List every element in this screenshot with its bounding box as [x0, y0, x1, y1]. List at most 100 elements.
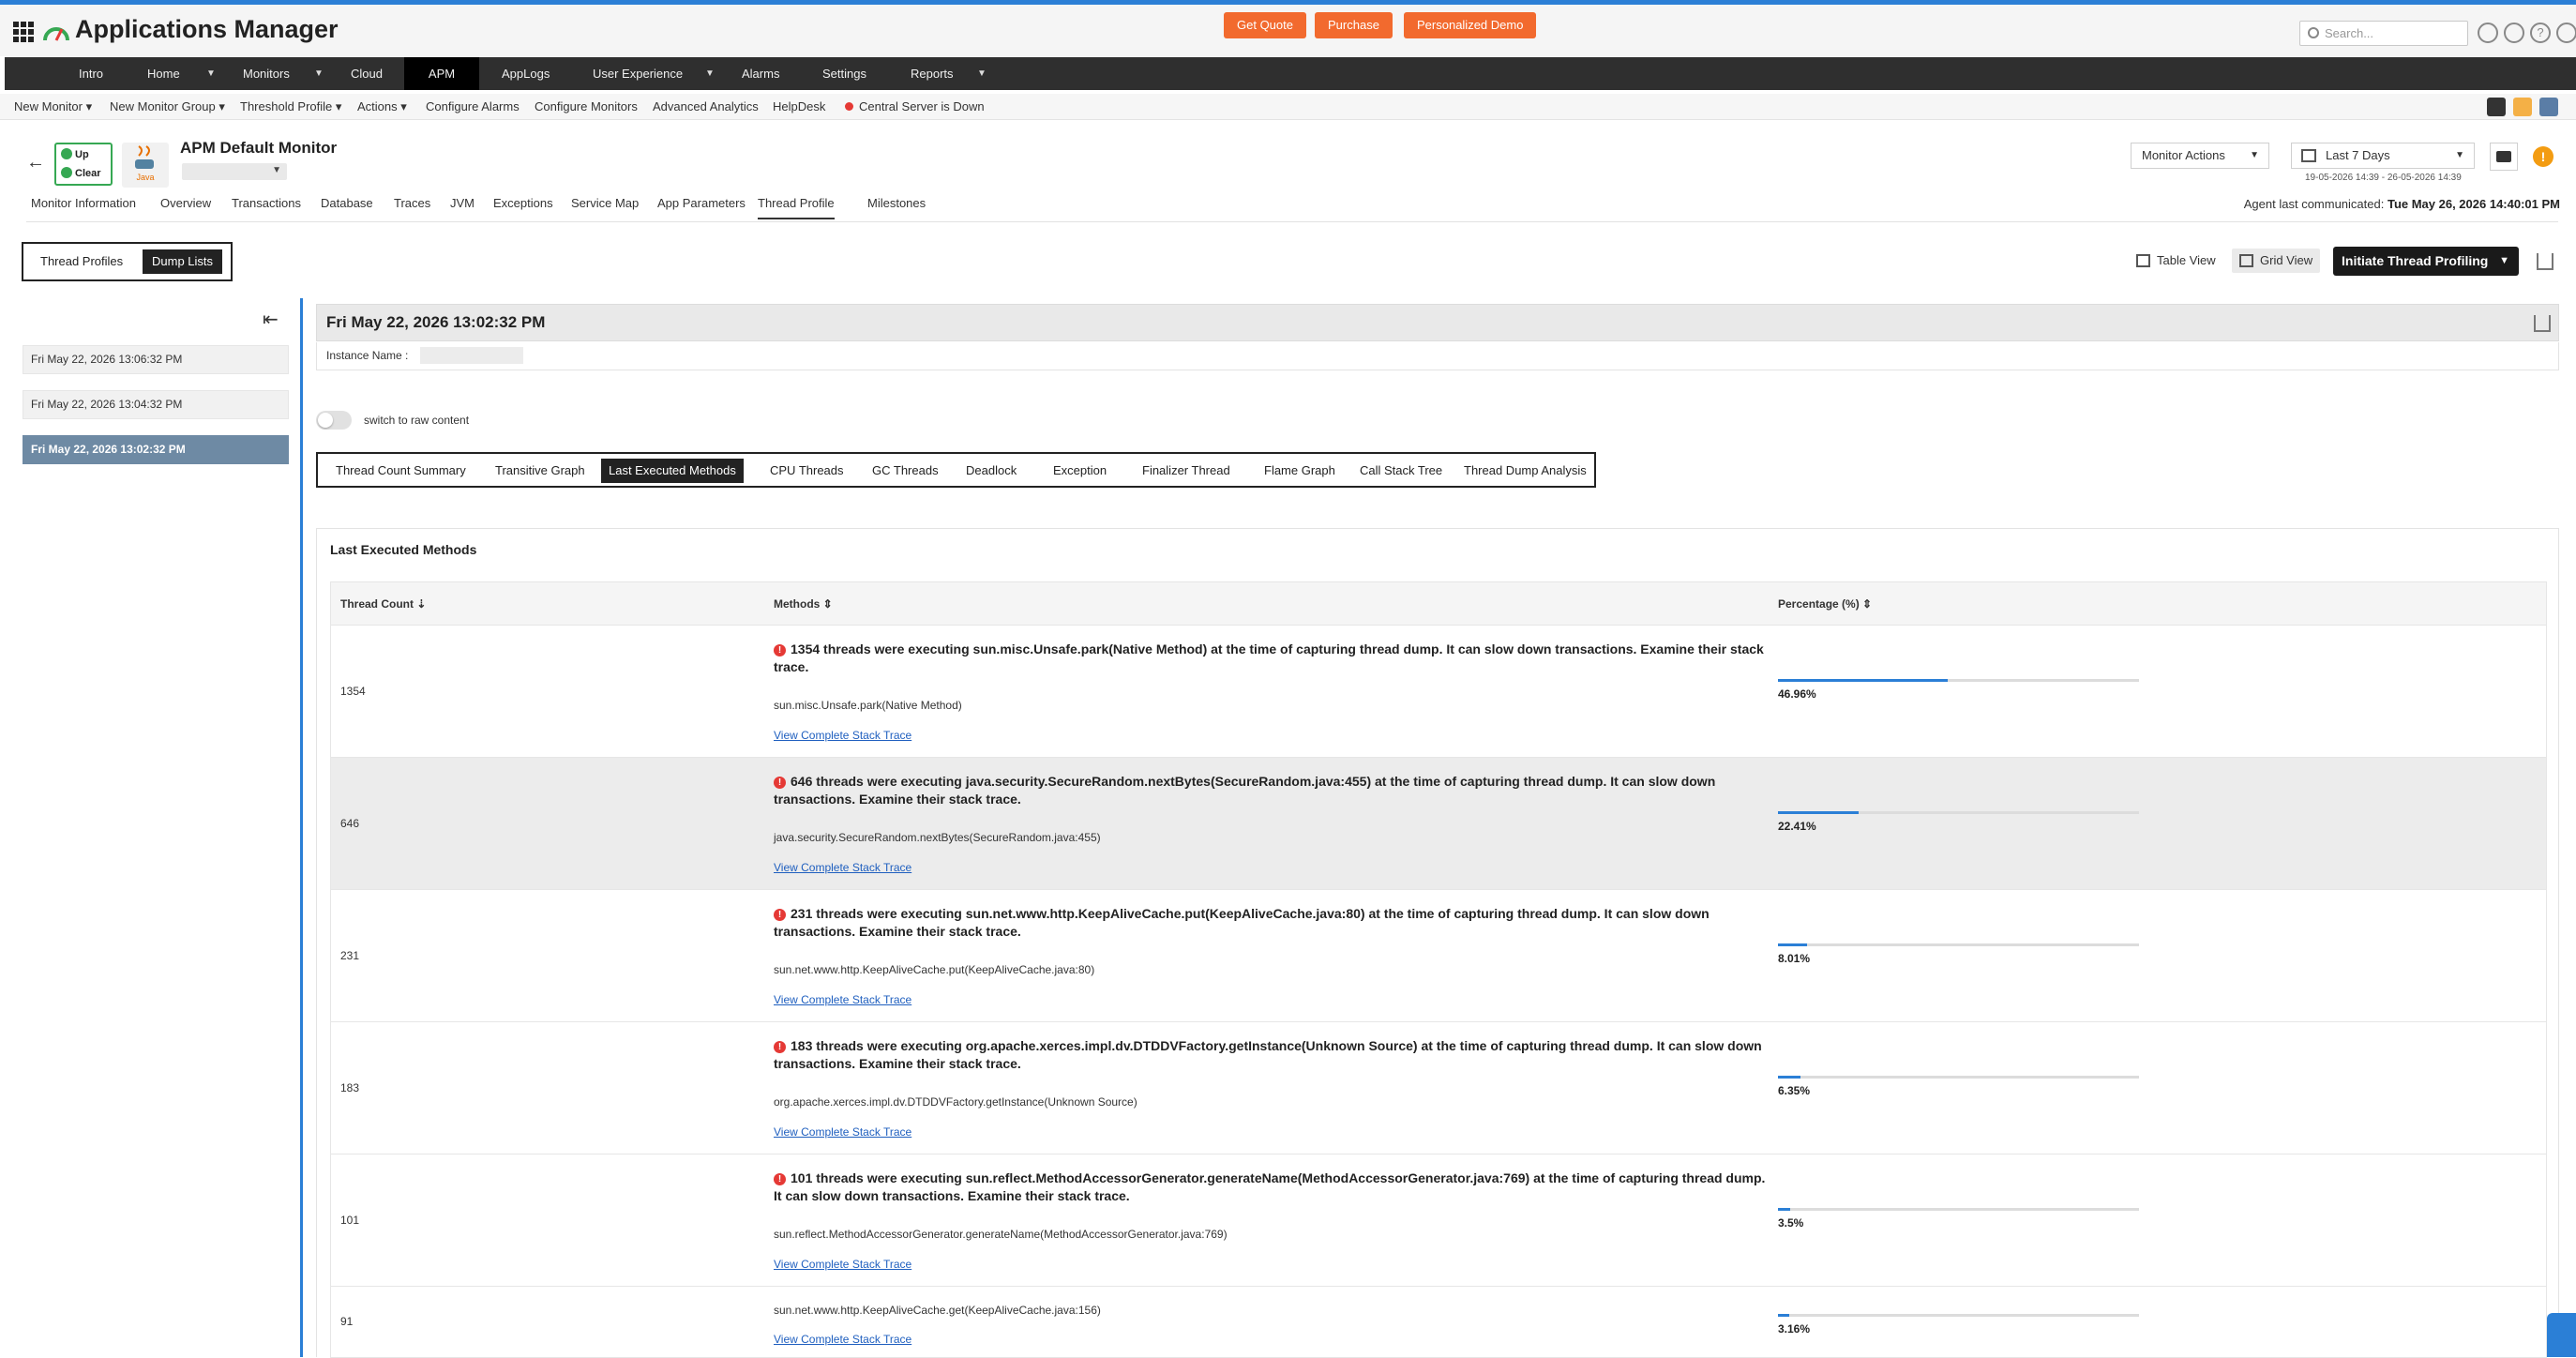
tab-flame-graph[interactable]: Flame Graph	[1257, 459, 1343, 483]
tab-app-parameters[interactable]: App Parameters	[657, 196, 746, 210]
chevron-down-icon[interactable]: ▼	[314, 57, 324, 90]
raw-content-toggle[interactable]	[316, 411, 352, 430]
grid-view-button[interactable]: Grid View	[2232, 249, 2321, 273]
chevron-down-icon[interactable]: ▼	[977, 57, 987, 90]
tab-thread-dump-analysis[interactable]: Thread Dump Analysis	[1456, 459, 1594, 483]
advanced-analytics-link[interactable]: Advanced Analytics	[653, 99, 759, 113]
chevron-down-icon[interactable]: ▼	[206, 57, 216, 90]
tab-exception[interactable]: Exception	[1046, 459, 1114, 483]
app-header: Applications Manager Get Quote Purchase …	[0, 5, 2576, 56]
new-monitor-menu[interactable]: New Monitor ▾	[14, 99, 92, 114]
tab-milestones[interactable]: Milestones	[867, 196, 926, 210]
card-title: Last Executed Methods	[330, 542, 477, 557]
headset-icon[interactable]	[2478, 23, 2498, 43]
view-stack-trace-link[interactable]: View Complete Stack Trace	[774, 861, 911, 874]
tab-traces[interactable]: Traces	[394, 196, 430, 210]
camera-button[interactable]	[2490, 143, 2518, 171]
nav-intro[interactable]: Intro	[79, 57, 103, 90]
purchase-button[interactable]: Purchase	[1315, 12, 1393, 38]
plugin-icon[interactable]	[2513, 98, 2532, 116]
chevron-down-icon[interactable]: ▼	[705, 57, 715, 90]
tab-exceptions[interactable]: Exceptions	[493, 196, 553, 210]
percentage-value: 3.16%	[1778, 1322, 1811, 1335]
last-executed-methods-card: Last Executed Methods Thread Count ⇣ Met…	[316, 528, 2559, 1358]
collapse-panel-icon[interactable]: ⇤	[263, 308, 279, 331]
instance-selector[interactable]: ▼	[182, 163, 287, 180]
date-range-select[interactable]: Last 7 Days ▼	[2291, 143, 2475, 169]
view-stack-trace-link[interactable]: View Complete Stack Trace	[774, 729, 911, 742]
view-stack-trace-link[interactable]: View Complete Stack Trace	[774, 1333, 911, 1346]
monitor-actions-select[interactable]: Monitor Actions ▼	[2131, 143, 2269, 169]
nav-cloud[interactable]: Cloud	[351, 57, 383, 90]
app-grid-icon[interactable]	[13, 22, 34, 42]
view-stack-trace-link[interactable]: View Complete Stack Trace	[774, 1125, 911, 1139]
error-icon: !	[774, 1041, 786, 1053]
tab-monitor-information[interactable]: Monitor Information	[31, 196, 136, 210]
thread-count-cell: 646	[340, 817, 360, 830]
nav-user-experience[interactable]: User Experience	[593, 57, 683, 90]
user-icon[interactable]	[2556, 23, 2576, 43]
dump-list-item[interactable]: Fri May 22, 2026 13:04:32 PM	[23, 390, 289, 419]
error-icon: !	[774, 777, 786, 789]
nav-settings[interactable]: Settings	[822, 57, 866, 90]
back-arrow-icon[interactable]: ←	[26, 152, 45, 174]
dump-list-item[interactable]: Fri May 22, 2026 13:06:32 PM	[23, 345, 289, 374]
col-thread-count[interactable]: Thread Count ⇣	[340, 597, 426, 611]
tab-call-stack-tree[interactable]: Call Stack Tree	[1352, 459, 1450, 483]
tab-thread-profile[interactable]: Thread Profile	[758, 196, 835, 219]
tab-last-executed-methods[interactable]: Last Executed Methods	[601, 459, 744, 483]
threshold-profile-menu[interactable]: Threshold Profile ▾	[240, 99, 341, 114]
tab-transitive-graph[interactable]: Transitive Graph	[488, 459, 593, 483]
search-input[interactable]: Search...	[2299, 21, 2468, 46]
tab-gc-threads[interactable]: GC Threads	[865, 459, 946, 483]
central-server-status[interactable]: Central Server is Down	[845, 99, 985, 113]
date-range-text: 19-05-2026 14:39 - 26-05-2026 14:39	[2305, 173, 2462, 183]
method-message: ! 1354 threads were executing sun.misc.Un…	[774, 641, 1768, 676]
dump-lists-toggle[interactable]: Dump Lists	[143, 249, 223, 274]
nav-alarms[interactable]: Alarms	[742, 57, 779, 90]
dump-list-item-selected[interactable]: Fri May 22, 2026 13:02:32 PM	[23, 435, 289, 464]
chat-button[interactable]	[2547, 1313, 2576, 1357]
nav-apm[interactable]: APM	[404, 57, 479, 90]
view-stack-trace-link[interactable]: View Complete Stack Trace	[774, 993, 911, 1006]
configure-alarms-link[interactable]: Configure Alarms	[426, 99, 520, 113]
threshold-profile-label: Threshold Profile	[240, 99, 333, 113]
initiate-label: Initiate Thread Profiling	[2342, 253, 2489, 268]
export-icon[interactable]	[2537, 253, 2553, 270]
agent-time: Tue May 26, 2026 14:40:01 PM	[2387, 197, 2560, 211]
method-message: ! 101 threads were executing sun.reflect.…	[774, 1169, 1768, 1205]
col-percentage[interactable]: Percentage (%) ⇕	[1778, 597, 1872, 611]
settings-icon[interactable]	[2487, 98, 2506, 116]
tab-overview[interactable]: Overview	[160, 196, 211, 210]
initiate-thread-profiling-button[interactable]: Initiate Thread Profiling ▼	[2333, 247, 2519, 276]
tab-thread-count-summary[interactable]: Thread Count Summary	[328, 459, 474, 483]
warning-icon[interactable]: !	[2533, 146, 2553, 167]
actions-menu[interactable]: Actions ▾	[357, 99, 407, 114]
helpdesk-link[interactable]: HelpDesk	[773, 99, 825, 113]
tab-deadlock[interactable]: Deadlock	[958, 459, 1024, 483]
tab-database[interactable]: Database	[321, 196, 373, 210]
get-quote-button[interactable]: Get Quote	[1224, 12, 1306, 38]
tab-transactions[interactable]: Transactions	[232, 196, 301, 210]
new-monitor-group-menu[interactable]: New Monitor Group ▾	[110, 99, 225, 114]
configure-monitors-link[interactable]: Configure Monitors	[535, 99, 638, 113]
col-methods[interactable]: Methods ⇕	[774, 597, 833, 611]
nav-reports[interactable]: Reports	[911, 57, 954, 90]
nav-home[interactable]: Home	[147, 57, 180, 90]
tab-cpu-threads[interactable]: CPU Threads	[762, 459, 851, 483]
export-icon[interactable]	[2534, 315, 2551, 332]
thread-profiles-toggle[interactable]: Thread Profiles	[31, 249, 132, 274]
percentage-value: 46.96%	[1778, 687, 1816, 701]
personalized-demo-button[interactable]: Personalized Demo	[1404, 12, 1537, 38]
tab-finalizer-thread[interactable]: Finalizer Thread	[1135, 459, 1238, 483]
help-icon[interactable]: ?	[2530, 23, 2551, 43]
print-icon[interactable]	[2539, 98, 2558, 116]
table-view-button[interactable]: Table View	[2129, 249, 2223, 273]
nav-monitors[interactable]: Monitors	[243, 57, 290, 90]
java-logo: Java	[122, 143, 169, 188]
view-stack-trace-link[interactable]: View Complete Stack Trace	[774, 1258, 911, 1271]
tab-jvm[interactable]: JVM	[450, 196, 475, 210]
nav-applogs[interactable]: AppLogs	[502, 57, 550, 90]
bell-icon[interactable]	[2504, 23, 2524, 43]
tab-service-map[interactable]: Service Map	[571, 196, 639, 210]
